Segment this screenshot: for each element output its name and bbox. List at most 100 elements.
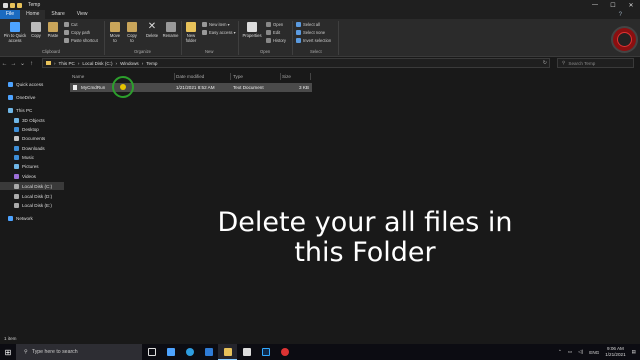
breadcrumb-temp[interactable]: Temp [146,61,157,66]
notifications-icon[interactable]: ▤ [632,349,636,355]
star-icon [8,81,13,87]
new-folder-button[interactable]: New folder [184,22,198,43]
paste-shortcut-button[interactable]: Paste shortcut [64,38,98,43]
invert-selection-button[interactable]: Invert selection [296,38,331,43]
network-icon[interactable]: ▭ [568,349,572,355]
divider [238,21,239,55]
sidebar-item[interactable]: Network [0,214,64,222]
cut-button[interactable]: Cut [64,22,78,27]
volume-icon[interactable]: ◁) [578,349,583,355]
select-none-button[interactable]: Select none [296,30,325,35]
delete-button[interactable]: ✕ Delete [143,22,161,39]
edit-icon [266,30,271,35]
column-header-size[interactable]: Size [282,72,291,81]
tab-home[interactable]: Home [20,10,46,19]
new-folder-icon[interactable] [17,2,22,8]
forward-button[interactable]: → [9,61,18,67]
sidebar-item[interactable]: Local Disk (D:) [0,192,64,200]
table-row[interactable]: MyCmdRun 1/21/2021 8:52 AM Text Document… [70,83,312,92]
recent-locations-button[interactable]: ⌄ [18,60,27,67]
taskbar-search[interactable]: ⚲ Type here to search [16,344,142,360]
mouse-cursor [120,84,126,90]
rename-button[interactable]: Rename [162,22,179,38]
taskbar-app-explorer[interactable] [218,344,237,360]
sidebar-item[interactable]: Desktop [0,125,64,133]
divider [104,21,105,55]
search-icon: ⚲ [24,349,28,355]
clock[interactable]: 9:06 AM 1/21/2021 [605,346,625,358]
sidebar-item[interactable]: Downloads [0,144,64,152]
column-header-name[interactable]: Name [72,72,84,81]
column-header-date[interactable]: Date modified [176,72,204,81]
help-icon[interactable]: ? [619,12,622,18]
sidebar-item-label: Network [16,215,33,221]
properties-button[interactable]: Properties [240,22,264,38]
edge-icon [185,348,194,356]
sidebar-item[interactable]: 3D Objects [0,116,64,124]
address-bar-row: ← → ⌄ ↑ › This PC › Local Disk (C:) › Wi… [0,57,640,70]
breadcrumb-local-disk[interactable]: Local Disk (C:) [82,61,112,66]
address-bar[interactable]: › This PC › Local Disk (C:) › Windows › … [42,58,550,68]
history-button[interactable]: History [266,38,286,43]
app-icon [3,2,8,8]
copy-to-button[interactable]: Copy to [125,22,139,43]
minimize-button[interactable]: — [586,0,604,10]
sidebar-item[interactable]: Music [0,153,64,161]
easy-access-button[interactable]: Easy access ▾ [202,30,236,35]
task-view-button[interactable] [142,344,161,360]
back-button[interactable]: ← [0,61,9,67]
open-button[interactable]: Open [266,22,283,27]
move-to-button[interactable]: Move to [108,22,122,43]
maximize-button[interactable]: ☐ [604,0,622,10]
up-button[interactable]: ↑ [27,61,36,67]
start-button[interactable]: ⊞ [0,344,16,360]
breadcrumb-windows[interactable]: Windows [120,61,139,66]
taskbar-app-mail[interactable] [199,344,218,360]
sidebar-item[interactable]: Local Disk (E:) [0,201,64,209]
copy-button[interactable]: Copy [30,22,42,38]
paste-shortcut-icon [64,38,69,43]
file-type: Text Document [233,85,264,90]
sidebar-item-label: This PC [16,107,33,113]
sidebar-item[interactable]: Quick access [0,80,64,88]
taskbar-app-store[interactable] [161,344,180,360]
pin-to-quick-access-button[interactable]: Pin to Quick access [2,22,28,43]
photoshop-icon [261,348,270,356]
breadcrumb-this-pc[interactable]: This PC [59,61,75,66]
sidebar-item[interactable]: Videos [0,172,64,180]
taskbar-app-recorder[interactable] [275,344,294,360]
column-header-type[interactable]: Type [233,72,243,81]
tab-view[interactable]: View [71,10,94,19]
taskbar-app-store-bag[interactable] [237,344,256,360]
folder-icon [46,61,51,65]
taskbar: ⊞ ⚲ Type here to search ⌃ ▭ ◁) ENG 9:06 … [0,344,640,360]
properties-icon[interactable] [10,2,15,8]
divider [292,21,293,55]
close-button[interactable]: ✕ [622,0,640,10]
taskbar-app-edge[interactable] [180,344,199,360]
sidebar-item[interactable]: OneDrive [0,93,64,101]
system-tray: ⌃ ▭ ◁) ENG 9:06 AM 1/21/2021 ▤ [558,344,636,360]
select-all-button[interactable]: Select all [296,22,320,27]
cube-icon [14,117,19,123]
sidebar-item[interactable]: Local Disk (C:) [0,182,64,190]
show-hidden-icons[interactable]: ⌃ [558,349,562,355]
language-indicator[interactable]: ENG [589,350,599,355]
rename-icon [165,22,176,32]
paste-button[interactable]: Paste [46,22,60,38]
refresh-icon[interactable]: ↻ [543,60,547,66]
sidebar-item[interactable]: Pictures [0,162,64,170]
properties-icon [247,22,257,32]
search-box[interactable]: ⚲ Search Temp [557,58,634,68]
caption-line-1: Delete your all files in [217,207,513,238]
sidebar-item[interactable]: This PC [0,106,64,114]
taskbar-app-photoshop[interactable] [256,344,275,360]
tab-share[interactable]: Share [45,10,70,19]
video-icon [14,173,19,179]
sidebar-item[interactable]: Documents [0,134,64,142]
new-item-button[interactable]: New item ▾ [202,22,230,27]
edit-button[interactable]: Edit [266,30,280,35]
tab-file[interactable]: File [0,10,21,19]
copy-path-button[interactable]: Copy path [64,30,90,35]
window-title: Temp [28,2,41,8]
